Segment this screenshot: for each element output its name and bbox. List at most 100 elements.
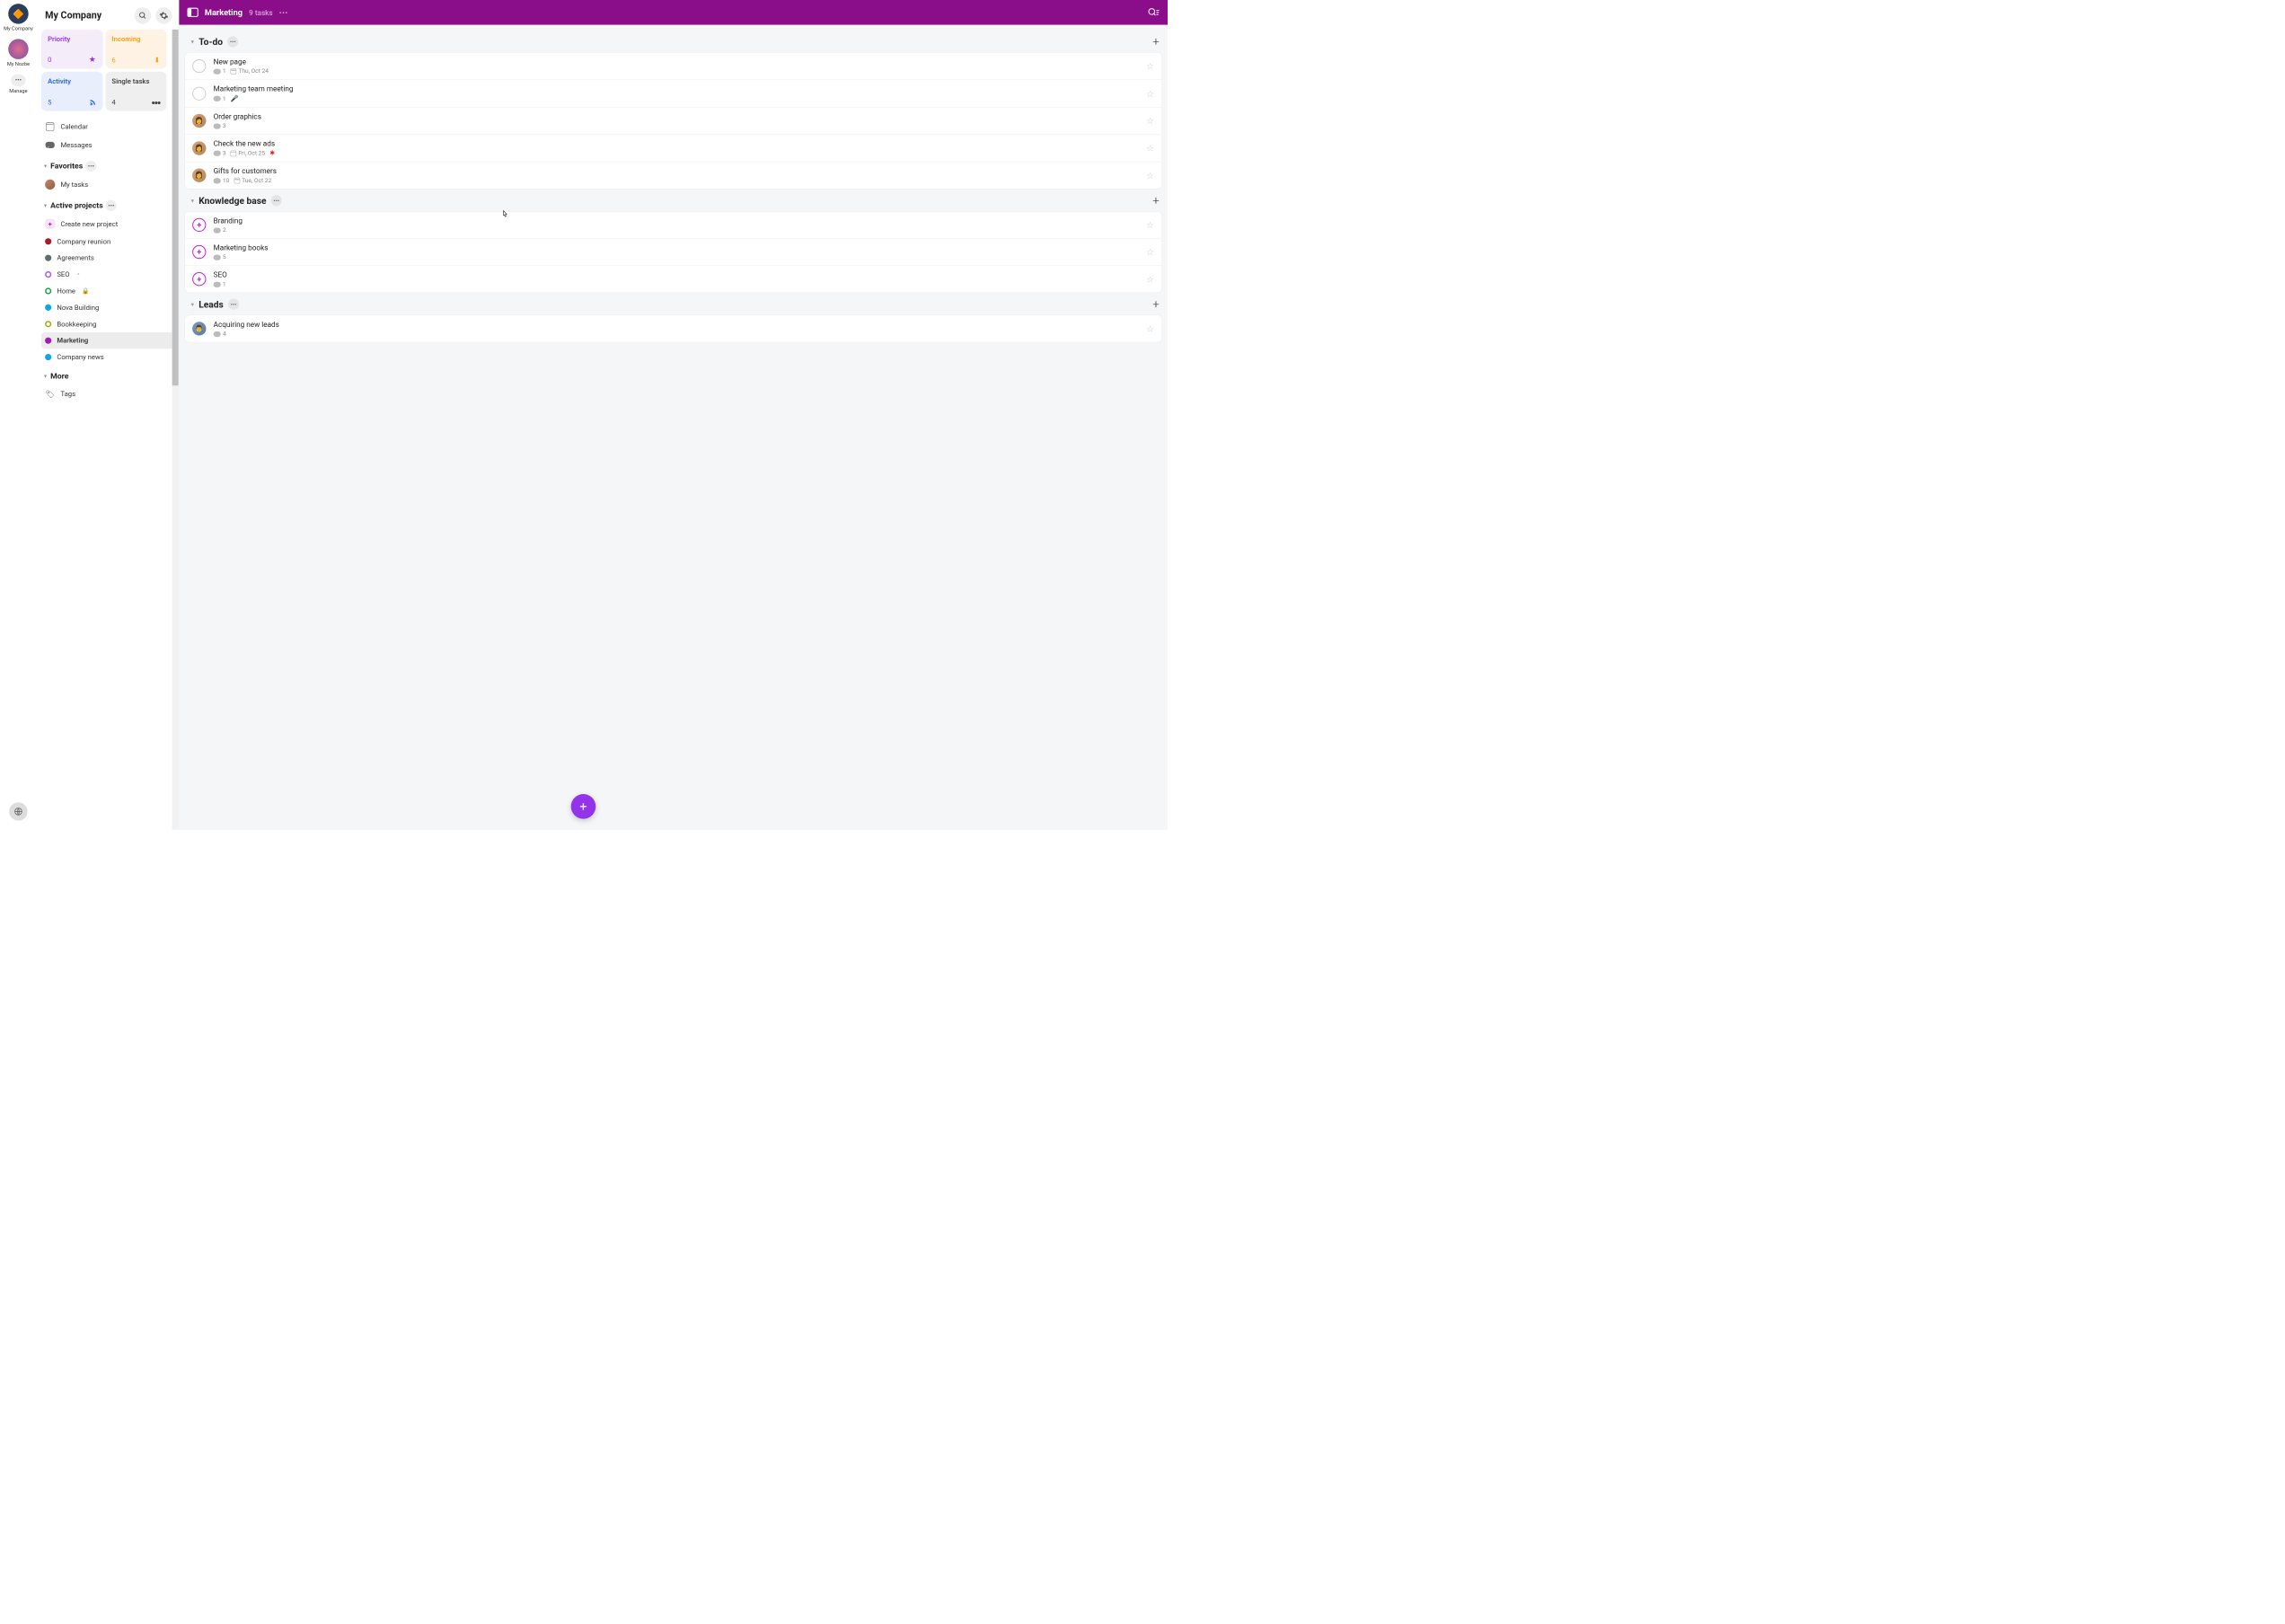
card-title: Priority xyxy=(48,35,96,43)
comment-count: 1 xyxy=(214,68,226,75)
task-content: ▼ To-do ••• + New page 1 Thu, Oct 24 ☆ M… xyxy=(179,25,1168,830)
scrollbar-arrow-up[interactable] xyxy=(172,30,179,37)
card-incoming[interactable]: Incoming 6 ⬇ xyxy=(105,30,166,69)
task-list: 👨 Acquiring new leads 4 ☆ xyxy=(184,315,1161,343)
task-row[interactable]: New page 1 Thu, Oct 24 ☆ xyxy=(185,53,1161,80)
workspace-avatar xyxy=(8,39,28,58)
card-activity[interactable]: Activity 5 xyxy=(41,72,102,111)
card-count: 5 xyxy=(48,98,51,106)
task-title: Gifts for customers xyxy=(214,166,1141,175)
sidebar-link-calendar[interactable]: Calendar xyxy=(41,118,174,136)
project-item[interactable]: Company reunion xyxy=(41,234,174,250)
favorites-my-tasks[interactable]: My tasks xyxy=(41,175,174,193)
manage-label: Manage xyxy=(9,88,27,94)
workspace-mycompany[interactable]: 🔶 My Company xyxy=(4,4,33,31)
section-favorites[interactable]: ▼ Favorites ••• xyxy=(41,154,174,176)
card-count: 0 xyxy=(48,56,51,64)
task-meta: 1 xyxy=(214,281,1141,288)
section-more-button[interactable]: ••• xyxy=(271,195,282,206)
task-row[interactable]: 👩 Gifts for customers 10 Tue, Oct 22 ☆ xyxy=(185,162,1161,189)
section-more-button[interactable]: ••• xyxy=(228,299,239,310)
section-add-button[interactable]: + xyxy=(1152,297,1160,311)
sidebar-scroll[interactable]: Priority 0 ★ Incoming 6 ⬇ Activity 5 xyxy=(37,30,179,830)
scrollbar-thumb[interactable] xyxy=(172,37,179,385)
sidebar-link-messages[interactable]: Messages xyxy=(41,136,174,154)
comment-icon xyxy=(214,254,221,260)
calendar-icon xyxy=(231,150,237,156)
comment-icon xyxy=(214,68,221,74)
comment-icon xyxy=(214,331,221,337)
task-add-circle[interactable]: + xyxy=(192,272,206,286)
workspace-mynozbe[interactable]: My Nozbe xyxy=(7,39,30,66)
more-button[interactable]: ••• xyxy=(85,161,96,172)
settings-button[interactable] xyxy=(155,7,172,23)
task-checkbox[interactable] xyxy=(192,86,206,100)
project-item[interactable]: Home🔒 xyxy=(41,283,174,299)
card-priority[interactable]: Priority 0 ★ xyxy=(41,30,102,69)
card-title: Incoming xyxy=(111,35,160,43)
section-more[interactable]: ▼ More xyxy=(41,366,174,384)
comment-count: 3 xyxy=(214,122,226,129)
more-button[interactable]: ••• xyxy=(106,200,117,211)
card-single-tasks[interactable]: Single tasks 4 ●●● xyxy=(105,72,166,111)
project-item[interactable]: Bookkeeping xyxy=(41,316,174,332)
section-title: Favorites xyxy=(50,162,83,171)
task-checkbox[interactable] xyxy=(192,59,206,73)
task-row[interactable]: 👩 Check the new ads 3 Fri, Oct 25✱ ☆ xyxy=(185,135,1161,163)
task-title: Marketing team meeting xyxy=(214,84,1141,93)
chevron-down-icon[interactable]: ▼ xyxy=(190,198,196,204)
project-color-dot xyxy=(45,321,51,327)
comment-icon xyxy=(214,281,221,287)
project-color-dot xyxy=(45,238,51,244)
section-active-projects[interactable]: ▼ Active projects ••• xyxy=(41,194,174,216)
task-row[interactable]: + Marketing books 5 ☆ xyxy=(185,239,1161,266)
topbar: Marketing 9 tasks ••• xyxy=(179,0,1168,25)
star-button[interactable]: ☆ xyxy=(1146,323,1154,334)
ellipsis-icon: ••• xyxy=(11,75,25,86)
task-row[interactable]: 👨 Acquiring new leads 4 ☆ xyxy=(185,315,1161,342)
section-title: More xyxy=(50,372,68,381)
star-button[interactable]: ☆ xyxy=(1146,170,1154,181)
star-button[interactable]: ☆ xyxy=(1146,88,1154,99)
mic-icon: 🎤 xyxy=(231,95,239,102)
chevron-down-icon[interactable]: ▼ xyxy=(190,39,196,45)
project-item[interactable]: Nova Building xyxy=(41,299,174,315)
search-button[interactable] xyxy=(135,7,151,23)
star-button[interactable]: ☆ xyxy=(1146,143,1154,154)
section-more-button[interactable]: ••• xyxy=(227,36,238,47)
chevron-down-icon[interactable]: ▼ xyxy=(190,301,196,307)
assignee-avatar: 👩 xyxy=(192,169,206,182)
sidebar-link-label: Calendar xyxy=(60,122,87,130)
project-more-button[interactable]: ••• xyxy=(279,8,288,17)
globe-button[interactable] xyxy=(9,802,27,820)
task-row[interactable]: + Branding 2 ☆ xyxy=(185,212,1161,239)
task-add-circle[interactable]: + xyxy=(192,245,206,259)
section-title: Leads xyxy=(199,299,224,310)
star-button[interactable]: ☆ xyxy=(1146,115,1154,126)
create-project-button[interactable]: + Create new project xyxy=(41,215,174,233)
project-item[interactable]: Company news xyxy=(41,349,174,365)
card-title: Single tasks xyxy=(111,77,160,85)
star-button[interactable]: ☆ xyxy=(1146,246,1154,257)
task-row[interactable]: 👩 Order graphics 3 ☆ xyxy=(185,108,1161,135)
project-item[interactable]: Marketing xyxy=(41,332,174,349)
section-add-button[interactable]: + xyxy=(1152,35,1160,49)
project-item[interactable]: SEO◔ xyxy=(41,266,174,282)
task-row[interactable]: Marketing team meeting 1🎤 ☆ xyxy=(185,80,1161,108)
project-color-dot xyxy=(45,304,51,311)
task-add-circle[interactable]: + xyxy=(192,218,206,232)
project-item[interactable]: Agreements xyxy=(41,250,174,266)
section-add-button[interactable]: + xyxy=(1152,194,1160,207)
star-button[interactable]: ☆ xyxy=(1146,274,1154,285)
task-row[interactable]: + SEO 1 ☆ xyxy=(185,266,1161,293)
panel-toggle-icon[interactable] xyxy=(187,8,198,17)
search-filter-button[interactable] xyxy=(1148,7,1160,17)
share-icon: ◔ xyxy=(76,270,80,278)
workspace-manage[interactable]: ••• Manage xyxy=(9,75,27,94)
star-button[interactable]: ☆ xyxy=(1146,60,1154,71)
sidebar-tags[interactable]: 🏷 Tags xyxy=(41,384,174,402)
project-label: Bookkeeping xyxy=(57,320,96,328)
star-button[interactable]: ☆ xyxy=(1146,219,1154,230)
add-task-fab[interactable]: + xyxy=(571,794,596,819)
flag-icon: ✱ xyxy=(269,150,275,157)
